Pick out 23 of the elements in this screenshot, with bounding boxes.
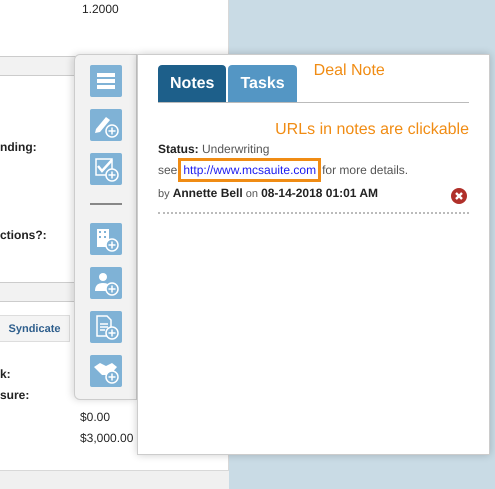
field-value: 1.2000: [82, 2, 119, 16]
note-text: see: [158, 163, 178, 177]
delete-icon[interactable]: [451, 188, 467, 204]
annotation-text: URLs in notes are clickable: [274, 121, 469, 139]
field-label: ctions?:: [0, 228, 47, 242]
field-label: sure:: [0, 388, 30, 402]
note-link[interactable]: http://www.mcsauite.com: [178, 158, 322, 182]
field-label: nding:: [0, 140, 37, 154]
person-add-icon[interactable]: [90, 267, 122, 299]
note-status: Status: Underwriting: [158, 142, 270, 156]
check-add-icon[interactable]: [90, 153, 122, 185]
tab[interactable]: Notes: [158, 65, 226, 102]
building-add-icon[interactable]: [90, 223, 122, 255]
menu-add-icon[interactable]: [90, 65, 122, 97]
field-label: k:: [0, 367, 11, 381]
document-add-icon[interactable]: [90, 311, 122, 343]
syndicate-button[interactable]: Syndicate: [0, 315, 70, 342]
note-author-line: by Annette Bell on 08-14-2018 01:01 AM: [158, 186, 378, 200]
field-value: $0.00: [80, 410, 110, 424]
pencil-add-icon[interactable]: [90, 109, 122, 141]
field-value: $3,000.00: [80, 431, 134, 445]
annotation-text: Deal Note: [314, 62, 385, 80]
note-text: for more details.: [322, 163, 408, 177]
